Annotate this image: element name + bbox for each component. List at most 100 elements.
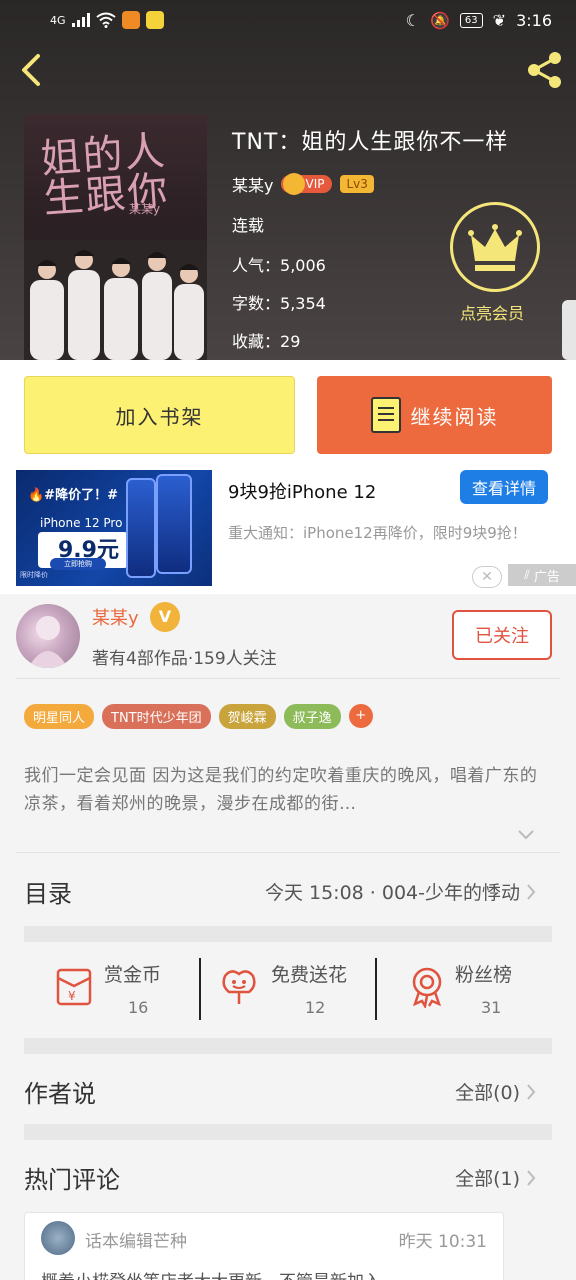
network-label: 4G (50, 13, 66, 27)
crown-icon (468, 224, 522, 271)
mute-icon: 🔕 (430, 10, 450, 30)
section-divider (24, 1124, 552, 1140)
ad-detail-button[interactable]: 查看详情 (460, 470, 548, 504)
envelope-icon: ¥ (56, 968, 92, 1006)
tag-item[interactable]: TNT时代少年团 (102, 704, 211, 729)
clock-time: 3:16 (516, 10, 552, 30)
latest-chapter: 今天 15:08 · 004-少年的悸动 (265, 878, 536, 905)
share-icon[interactable] (522, 48, 566, 92)
section-divider (24, 926, 552, 942)
phone-image (156, 474, 192, 574)
comment-text: 概着小椛登坐等店者大大更新，不管是新加入 (41, 1267, 381, 1280)
chevron-right-icon (527, 883, 536, 900)
ad-image-model: iPhone 12 Pro (40, 516, 123, 530)
moon-icon: ☾ (405, 10, 420, 30)
action-row: 加入书架 继续阅读 (0, 360, 576, 470)
author-says-all[interactable]: 全部(0) (455, 1078, 536, 1105)
ad-image[interactable]: 🔥#降价了！# iPhone 12 Pro 9.9元 立即抢购 限时降价 (16, 470, 212, 586)
cover-title: 姐的人生跟你 (39, 128, 171, 223)
divider (16, 852, 560, 853)
word-count: 字数：5,354 (232, 294, 326, 313)
author-card: 某某y V 著有4部作品·159人关注 已关注 明星同人 TNT时代少年团 贺峻… (0, 594, 576, 853)
leaf-icon: ❦ (492, 10, 507, 30)
ad-banner[interactable]: 🔥#降价了！# iPhone 12 Pro 9.9元 立即抢购 限时降价 9块9… (0, 470, 576, 594)
video-app-icon (121, 11, 140, 29)
comment-card[interactable]: 话本编辑芒种 昨天 10:31 概着小椛登坐等店者大大更新，不管是新加入 (24, 1212, 504, 1280)
commenter-avatar[interactable] (41, 1221, 75, 1255)
hot-comments-row[interactable]: 热门评论 全部(1) (24, 1146, 552, 1206)
ad-image-footer: 限时降价 (20, 571, 48, 579)
hot-comments-title: 热门评论 (24, 1166, 120, 1194)
back-icon[interactable] (14, 52, 50, 88)
author-card-name[interactable]: 某某y (92, 604, 139, 630)
add-to-shelf-button[interactable]: 加入书架 (24, 376, 295, 454)
commenter-name[interactable]: 话本编辑芒种 (85, 1227, 187, 1252)
phone-image (126, 478, 156, 578)
flower-icon (222, 970, 256, 1004)
follow-button[interactable]: 已关注 (452, 610, 552, 660)
crown-icon (283, 173, 306, 195)
book-cover[interactable]: 姐的人生跟你 某某y (24, 114, 207, 360)
catalog-row[interactable]: 目录 今天 15:08 · 004-少年的悸动 (24, 860, 552, 922)
svg-text:¥: ¥ (68, 989, 76, 1003)
signal-icon (71, 13, 90, 27)
cover-author: 某某y (129, 202, 161, 216)
fruit-app-icon (145, 11, 164, 29)
book-title: TNT：姐的人生跟你不一样 (232, 130, 509, 155)
serial-status: 连载 (232, 216, 265, 235)
reward-coin-title: 赏金币 (104, 964, 162, 986)
member-label[interactable]: 点亮会员 (460, 300, 524, 324)
status-bar: 4G ☾ 🔕 63 ❦ 3:16 (0, 0, 576, 40)
fans-rank-value: 31 (481, 998, 502, 1017)
wifi-icon (95, 12, 116, 28)
medal-icon (412, 967, 442, 1008)
member-crown-button[interactable] (450, 202, 540, 292)
ad-label: ⫽ 广告 (508, 564, 576, 586)
chevron-right-icon (527, 1083, 536, 1100)
level-badge: Lv3 (340, 175, 374, 193)
reward-coin-value: 16 (128, 998, 149, 1017)
reward-flower-title: 免费送花 (271, 964, 348, 986)
section-divider (24, 1038, 552, 1054)
author-stats: 著有4部作品·159人关注 (92, 649, 277, 669)
author-avatar[interactable] (16, 604, 80, 668)
author-says-title: 作者说 (24, 1080, 96, 1108)
ad-title[interactable]: 9块9抢iPhone 12 (228, 478, 376, 504)
hot-comments-all[interactable]: 全部(1) (455, 1164, 536, 1191)
comment-time: 昨天 10:31 (398, 1232, 487, 1252)
reward-bar: ¥ 赏金币 16 免费送花 12 粉丝榜 31 (24, 942, 552, 1038)
ad-image-buy: 立即抢购 (50, 558, 106, 570)
continue-reading-label: 继续阅读 (410, 404, 499, 429)
fans-rank-button[interactable]: 粉丝榜 31 (377, 942, 552, 1038)
tag-item[interactable]: 明星同人 (24, 704, 95, 729)
expand-chevron-icon[interactable] (518, 830, 534, 840)
author-line: 某某y VIP Lv3 (232, 172, 374, 196)
ad-close-button[interactable]: ✕ (472, 566, 502, 588)
author-name[interactable]: 某某y (232, 172, 273, 196)
divider (16, 678, 560, 679)
side-drawer-handle[interactable] (562, 300, 576, 360)
battery-icon: 63 (459, 12, 483, 28)
book-header: 4G ☾ 🔕 63 ❦ 3:16 姐的人生跟你 某某y TNT：姐的人生跟你不一… (0, 0, 576, 360)
chevron-right-icon (527, 1169, 536, 1186)
ad-description: 重大通知：iPhone12再降价，限时9块9抢！ (228, 524, 527, 542)
reward-flower-button[interactable]: 免费送花 12 (201, 942, 376, 1038)
verified-badge-icon: V (150, 602, 180, 632)
author-says-row[interactable]: 作者说 全部(0) (24, 1060, 552, 1124)
ad-image-tag: 🔥#降价了！# (28, 488, 118, 503)
catalog-title: 目录 (24, 880, 72, 908)
book-icon (370, 397, 401, 433)
tag-item[interactable]: 贺峻霖 (218, 704, 276, 729)
reward-coin-button[interactable]: ¥ 赏金币 16 (24, 942, 200, 1038)
popularity: 人气：5,006 (232, 256, 326, 275)
avatar-image (28, 616, 68, 668)
fans-rank-title: 粉丝榜 (455, 964, 513, 986)
more-tags-button[interactable]: + (348, 704, 373, 728)
reward-flower-value: 12 (305, 998, 326, 1017)
tag-item[interactable]: 叔子逸 (283, 704, 341, 729)
continue-reading-button[interactable]: 继续阅读 (317, 376, 552, 454)
cover-photo-image (24, 240, 207, 360)
vip-badge: VIP (281, 173, 333, 195)
ad-logo-icon: ⫽ (524, 567, 530, 583)
book-intro[interactable]: 我们一定会见面 因为这是我们的约定吹着重庆的晚风，唱着广东的凉茶，看着郑州的晚景… (24, 762, 552, 818)
